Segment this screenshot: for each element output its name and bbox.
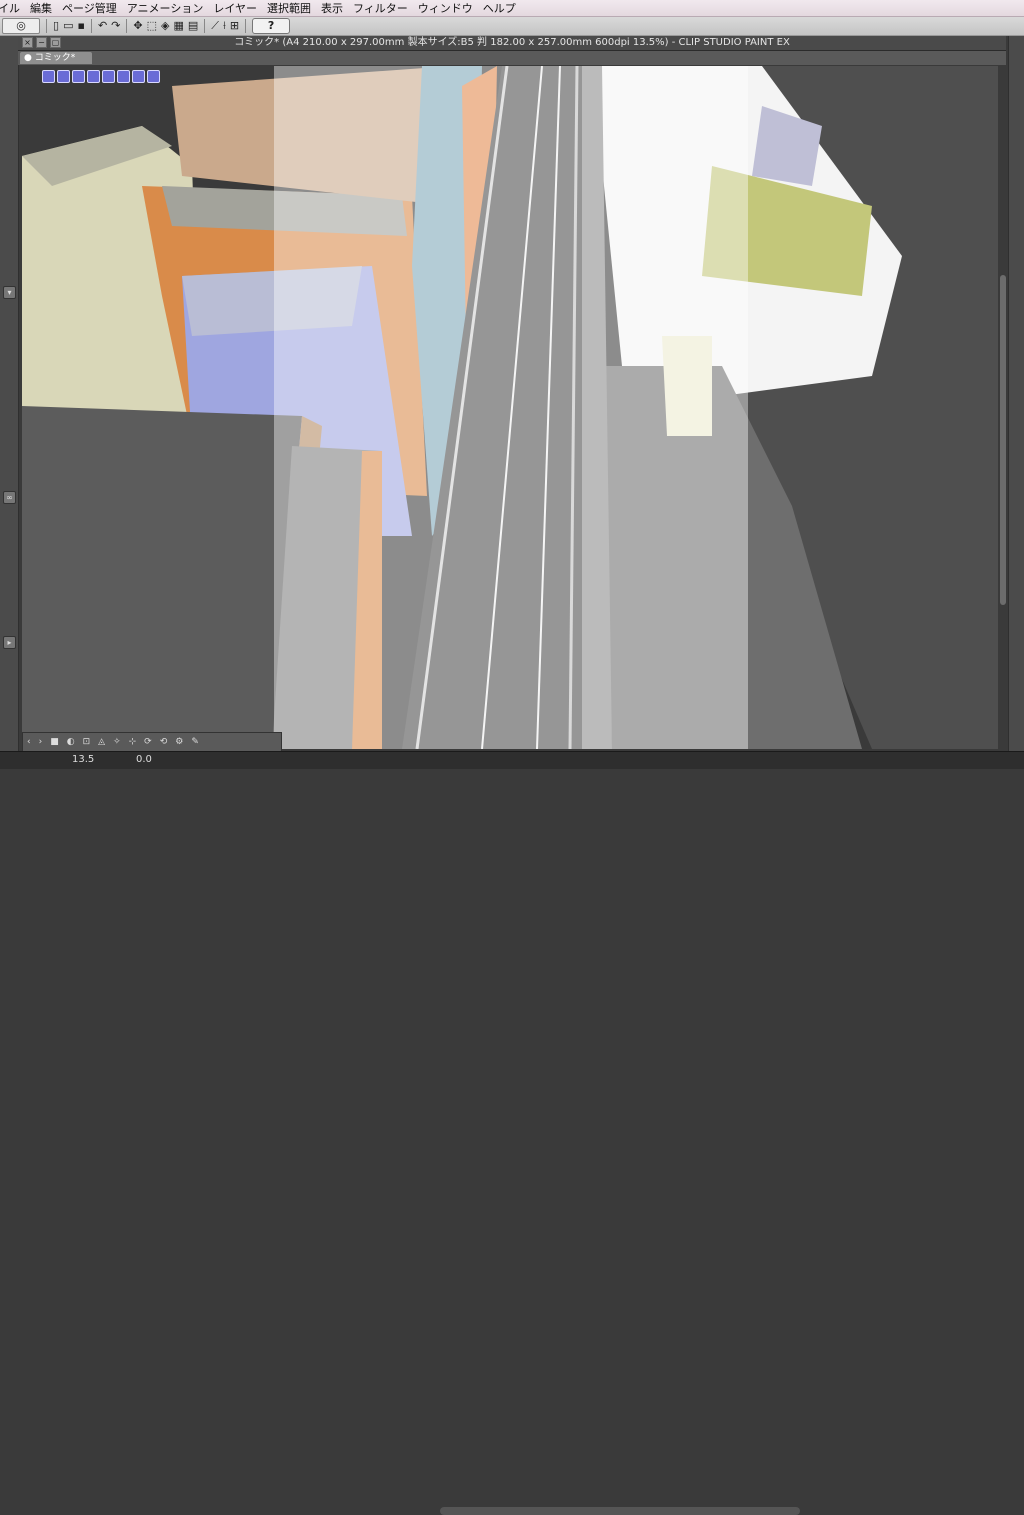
fill-icon[interactable]: ◈ xyxy=(161,19,169,33)
menu-selection[interactable]: 選択範囲 xyxy=(267,0,311,16)
window-title: コミック* (A4 210.00 x 297.00mm 製本サイズ:B5 判 1… xyxy=(234,37,790,48)
orbit-icon[interactable] xyxy=(102,70,115,83)
menu-help[interactable]: ヘルプ xyxy=(483,0,516,16)
document-titlebar: × − ▢ コミック* (A4 210.00 x 297.00mm 製本サイズ:… xyxy=(18,36,1006,51)
right-palette-strip xyxy=(1008,36,1024,751)
previous-icon[interactable]: ‹ xyxy=(27,737,31,747)
rotate-object-icon[interactable]: ⟳ xyxy=(144,737,152,747)
palette-toggle-icon[interactable]: ▸ xyxy=(3,636,16,649)
trash-icon[interactable]: ▾ xyxy=(3,286,16,299)
separator xyxy=(90,19,92,33)
separator xyxy=(46,19,47,33)
menu-view[interactable]: 表示 xyxy=(321,0,343,16)
menu-file[interactable]: イル xyxy=(0,0,20,16)
stop-icon[interactable]: ■ xyxy=(50,737,59,747)
snap-special-ruler-icon[interactable]: ⟊ xyxy=(223,19,226,33)
left-palette-strip: ▾ ∞ ▸ xyxy=(0,36,19,751)
separator xyxy=(204,19,206,33)
menu-page-management[interactable]: ページ管理 xyxy=(62,0,117,16)
next-icon[interactable]: › xyxy=(39,737,43,747)
menu-filter[interactable]: フィルター xyxy=(353,0,408,16)
menu-window[interactable]: ウィンドウ xyxy=(418,0,473,16)
canvas-area[interactable] xyxy=(22,66,998,749)
horizontal-scrollbar[interactable] xyxy=(440,1507,800,1515)
wrench-icon[interactable]: ✎ xyxy=(191,737,199,747)
document-tab-row: ● コミック* xyxy=(18,51,1006,65)
transform-icon[interactable]: ✥ xyxy=(133,19,142,33)
separator xyxy=(245,19,247,33)
light-icon[interactable]: ✧ xyxy=(113,737,121,747)
menu-animation[interactable]: アニメーション xyxy=(127,0,204,16)
camera-icon[interactable] xyxy=(72,70,85,83)
pose-icon[interactable]: ⊹ xyxy=(129,737,137,747)
layer-icon[interactable]: ▤ xyxy=(188,19,198,33)
command-bar: ◎ ▯ ▭ ▪ ↶ ↷ ✥ ⬚ ◈ ▦ ▤ ⟋ ⟊ ⊞ ? xyxy=(0,17,1024,36)
help-button[interactable]: ? xyxy=(252,18,291,34)
save-icon[interactable]: ▪ xyxy=(77,19,84,33)
move-icon[interactable] xyxy=(57,70,70,83)
tilt-icon[interactable] xyxy=(132,70,145,83)
vertical-scrollbar[interactable] xyxy=(998,65,1008,751)
clear-icon[interactable]: ▦ xyxy=(173,19,183,33)
object-settings-icon[interactable]: ⚙ xyxy=(175,737,183,747)
open-file-icon[interactable]: ▭ xyxy=(63,19,73,33)
link-icon[interactable]: ∞ xyxy=(3,491,16,504)
redo-icon[interactable]: ↷ xyxy=(111,19,120,33)
object-toolbar: ‹ › ■ ◐ ⊡ ◬ ✧ ⊹ ⟳ ⟲ ⚙ ✎ xyxy=(22,732,282,752)
clip-studio-icon[interactable]: ◎ xyxy=(2,18,40,34)
rotation-angle[interactable]: 0.0 xyxy=(136,754,152,765)
camera-view-icon[interactable]: ◐ xyxy=(67,737,75,747)
snap-grid-icon[interactable]: ⊞ xyxy=(230,19,239,33)
zoom-level[interactable]: 13.5 xyxy=(72,754,94,765)
pan-icon[interactable] xyxy=(87,70,100,83)
menu-edit[interactable]: 編集 xyxy=(30,0,52,16)
fit-icon[interactable]: ⊡ xyxy=(83,737,91,747)
ground-icon[interactable]: ◬ xyxy=(98,737,105,747)
snap-ruler-icon[interactable]: ⟋ xyxy=(211,19,219,33)
canvas-navigation-tools xyxy=(42,70,160,83)
vertical-scroll-thumb[interactable] xyxy=(1000,275,1006,605)
rotate-icon[interactable] xyxy=(42,70,55,83)
status-bar: 13.5 0.0 xyxy=(0,751,1024,1515)
menu-bar: イル 編集 ページ管理 アニメーション レイヤー 選択範囲 表示 フィルター ウ… xyxy=(0,0,1024,17)
reset-object-icon[interactable]: ⟲ xyxy=(160,737,168,747)
undo-icon[interactable]: ↶ xyxy=(98,19,107,33)
menu-layer[interactable]: レイヤー xyxy=(213,0,257,16)
city-3d-scene xyxy=(22,66,998,749)
new-file-icon[interactable]: ▯ xyxy=(53,19,59,33)
zoom-3d-icon[interactable] xyxy=(117,70,130,83)
tab-comic[interactable]: ● コミック* xyxy=(20,52,92,64)
separator xyxy=(126,19,128,33)
reset-view-icon[interactable] xyxy=(147,70,160,83)
scale-icon[interactable]: ⬚ xyxy=(147,19,157,33)
